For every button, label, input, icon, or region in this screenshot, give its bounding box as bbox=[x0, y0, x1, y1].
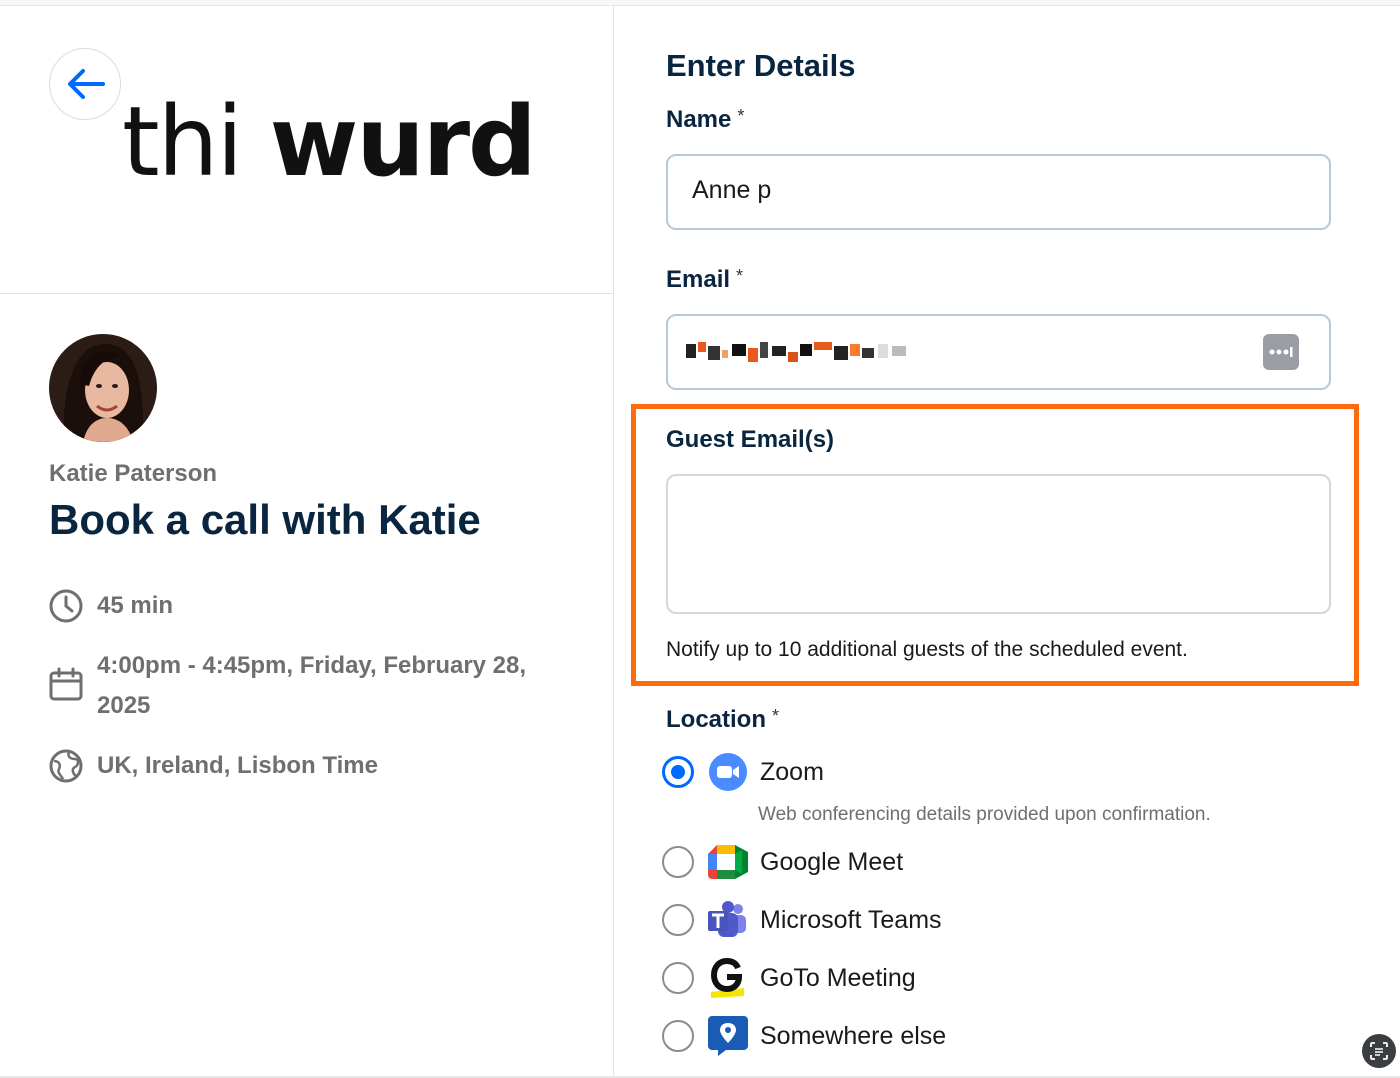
location-label-somewhere-else: Somewhere else bbox=[760, 1021, 947, 1050]
required-marker: * bbox=[736, 266, 744, 286]
zoom-description: Web conferencing details provided upon c… bbox=[758, 804, 1211, 825]
redacted-email-value bbox=[686, 342, 906, 362]
event-duration: 45 min bbox=[49, 586, 577, 626]
arrow-left-icon bbox=[68, 69, 105, 99]
guest-emails-label: Guest Email(s) bbox=[666, 426, 835, 453]
location-option-zoom[interactable]: Zoom bbox=[662, 750, 824, 794]
location-label-text: Location bbox=[666, 706, 766, 733]
email-input[interactable] bbox=[666, 314, 1331, 390]
radio-selected[interactable] bbox=[662, 756, 694, 788]
required-marker: * bbox=[737, 106, 745, 126]
clock-icon bbox=[49, 586, 83, 626]
logo-text-bold: wurd bbox=[269, 86, 537, 198]
event-timezone: UK, Ireland, Lisbon Time bbox=[49, 746, 577, 786]
duration-text: 45 min bbox=[97, 592, 174, 619]
location-label-goto-meeting: GoTo Meeting bbox=[760, 963, 916, 992]
event-title: Book a call with Katie bbox=[49, 496, 481, 543]
location-label: Location * bbox=[666, 706, 779, 734]
back-button[interactable] bbox=[49, 48, 121, 120]
location-label-microsoft-teams: Microsoft Teams bbox=[760, 905, 942, 934]
name-input[interactable]: Anne p bbox=[666, 154, 1331, 230]
location-label-zoom: Zoom bbox=[760, 757, 824, 786]
event-info-panel: thi wurd Katie Paterson Book a call with… bbox=[0, 6, 614, 1076]
location-pin-icon bbox=[708, 1016, 748, 1056]
required-marker: * bbox=[772, 706, 780, 726]
globe-icon bbox=[49, 746, 83, 786]
guest-emails-hint: Notify up to 10 additional guests of the… bbox=[666, 638, 1188, 661]
company-logo: thi wurd bbox=[122, 94, 537, 190]
event-datetime: 4:00pm - 4:45pm, Friday, February 28, 20… bbox=[49, 646, 577, 726]
host-name: Katie Paterson bbox=[49, 460, 218, 487]
text-scan-icon bbox=[1370, 1042, 1388, 1060]
name-label: Name * bbox=[666, 106, 744, 134]
google-meet-icon bbox=[708, 842, 748, 882]
logo-text-light: thi bbox=[122, 86, 243, 198]
host-avatar bbox=[49, 334, 157, 442]
name-label-text: Name bbox=[666, 106, 732, 133]
password-manager-icon[interactable] bbox=[1263, 334, 1299, 370]
floating-text-scan-button[interactable] bbox=[1362, 1034, 1396, 1068]
timezone-text: UK, Ireland, Lisbon Time bbox=[97, 752, 378, 779]
zoom-icon bbox=[708, 752, 748, 792]
divider bbox=[0, 293, 614, 294]
name-input-value: Anne p bbox=[692, 176, 772, 204]
form-heading: Enter Details bbox=[666, 48, 856, 83]
radio-unselected[interactable] bbox=[662, 846, 694, 878]
radio-unselected[interactable] bbox=[662, 962, 694, 994]
radio-unselected[interactable] bbox=[662, 904, 694, 936]
details-form: Enter Details Name * Anne p Email * Guest … bbox=[615, 6, 1400, 1076]
radio-unselected[interactable] bbox=[662, 1020, 694, 1052]
datetime-text: 4:00pm - 4:45pm, Friday, February 28, 20… bbox=[97, 652, 527, 719]
location-option-microsoft-teams[interactable]: Microsoft Teams bbox=[662, 898, 942, 942]
email-label: Email * bbox=[666, 266, 743, 294]
microsoft-teams-icon bbox=[708, 900, 748, 940]
email-label-text: Email bbox=[666, 266, 731, 293]
location-option-goto-meeting[interactable]: GoTo Meeting bbox=[662, 956, 916, 1000]
location-label-google-meet: Google Meet bbox=[760, 847, 904, 876]
guest-emails-textarea[interactable] bbox=[666, 474, 1331, 614]
location-option-google-meet[interactable]: Google Meet bbox=[662, 840, 903, 884]
calendar-icon bbox=[49, 646, 83, 722]
location-option-somewhere-else[interactable]: Somewhere else bbox=[662, 1014, 946, 1058]
goto-meeting-icon bbox=[708, 958, 748, 998]
